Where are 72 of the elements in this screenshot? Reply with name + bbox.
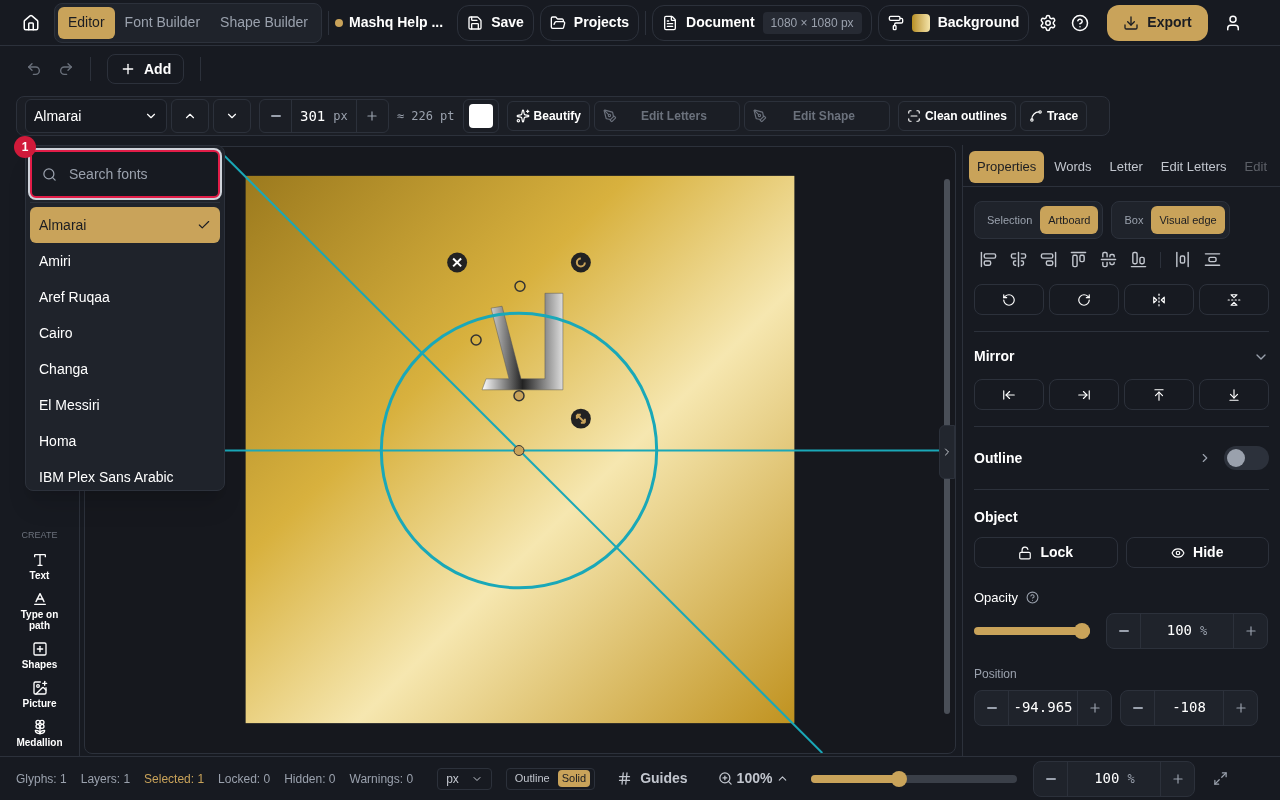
hide-button[interactable]: Hide <box>1125 537 1269 568</box>
background-button[interactable]: Background <box>877 4 1030 41</box>
status-count: Layers: 1 <box>80 770 131 788</box>
document-size: 1080 × 1080 px <box>762 11 862 34</box>
guides-button[interactable]: Guides <box>617 768 688 789</box>
font-option[interactable]: El Messiri <box>30 387 220 423</box>
field-label: Position <box>974 665 1018 683</box>
panel-tab[interactable]: Letter <box>1101 150 1151 183</box>
segment-option[interactable]: Artboard <box>1040 206 1099 234</box>
font-option[interactable]: Changa <box>30 351 220 387</box>
tool-button[interactable]: Medallion <box>9 719 70 748</box>
trace-button[interactable]: Trace <box>1019 101 1088 131</box>
number-stepper[interactable]: -108 <box>1120 689 1258 726</box>
beautify-button[interactable]: Beautify <box>506 101 590 131</box>
section-title: Object <box>974 508 1019 527</box>
mode-tab[interactable]: Editor <box>58 6 115 39</box>
projects-button[interactable]: Projects <box>539 4 640 41</box>
unit-label: % <box>1200 622 1208 640</box>
mode-tab[interactable]: Font Builder <box>114 6 211 39</box>
tool-button[interactable]: Type on path <box>9 591 70 631</box>
font-option[interactable]: Almarai <box>30 207 220 243</box>
number-value: 100 <box>1094 769 1120 788</box>
number-stepper[interactable]: 100 % <box>1106 612 1268 649</box>
status-count: Warnings: 0 <box>349 770 414 788</box>
font-option[interactable]: IBM Plex Sans Arabic <box>30 459 220 495</box>
project-title: Mashq Help ... <box>349 13 444 32</box>
number-value: -94.965 <box>1013 698 1073 717</box>
document-button[interactable]: Document 1080 × 1080 px <box>652 4 872 41</box>
segment-option[interactable]: Selection <box>979 206 1041 234</box>
render-mode-option[interactable]: Outline <box>510 770 554 787</box>
number-stepper[interactable]: -94.965 <box>974 689 1112 726</box>
point-size: ≈ 226 pt <box>396 108 455 125</box>
number-stepper[interactable]: 100 % <box>1033 760 1196 797</box>
size-value: 301 <box>300 106 326 126</box>
search-field[interactable]: Search fonts <box>30 150 220 198</box>
status-count: Hidden: 0 <box>284 770 336 788</box>
number-value: -108 <box>1172 698 1206 717</box>
panel-tab[interactable]: Edit Letters <box>1152 150 1235 183</box>
save-button[interactable]: Save <box>457 4 534 41</box>
step-badge: 1 <box>14 136 36 158</box>
render-mode-option[interactable]: Solid <box>557 770 591 787</box>
panel-tab[interactable]: Words <box>1046 150 1100 183</box>
section-title: Outline <box>974 448 1023 468</box>
segment-option[interactable]: Box <box>1116 206 1152 234</box>
status-count: Locked: 0 <box>218 770 271 788</box>
font-option[interactable]: Aref Ruqaa <box>30 279 220 315</box>
unit-label: % <box>1127 770 1135 788</box>
add-button[interactable]: Add <box>107 54 185 84</box>
panel-tab[interactable]: Properties <box>969 150 1045 183</box>
mode-tab[interactable]: Shape Builder <box>210 6 318 39</box>
unit-label: px <box>333 108 348 125</box>
section-title: Mirror <box>974 347 1015 366</box>
export-button[interactable]: Export <box>1107 4 1208 41</box>
font-option[interactable]: Cairo <box>30 315 220 351</box>
lock-button[interactable]: Lock <box>974 537 1118 568</box>
field-label: Opacity <box>974 589 1019 607</box>
tool-button[interactable]: Text <box>9 552 70 581</box>
zoom-button[interactable]: 100% <box>717 768 790 789</box>
status-count: Glyphs: 1 <box>16 770 67 788</box>
clean-outlines-button[interactable]: Clean outlines <box>897 101 1016 131</box>
number-value: 100 <box>1166 621 1193 640</box>
search-input[interactable]: Search fonts <box>69 163 199 185</box>
font-select[interactable]: Almarai <box>25 99 167 133</box>
status-count: Selected: 1 <box>144 770 205 788</box>
section-label: CREATE <box>21 528 58 542</box>
font-option[interactable]: Homa <box>30 423 220 459</box>
unit-select[interactable]: px <box>437 767 492 790</box>
font-option[interactable]: Amiri <box>30 243 220 279</box>
tool-button[interactable]: Picture <box>9 680 70 709</box>
segment-option[interactable]: Visual edge <box>1151 206 1225 234</box>
tool-button[interactable]: Shapes <box>9 641 70 670</box>
size-stepper[interactable]: 301 px <box>259 99 389 133</box>
